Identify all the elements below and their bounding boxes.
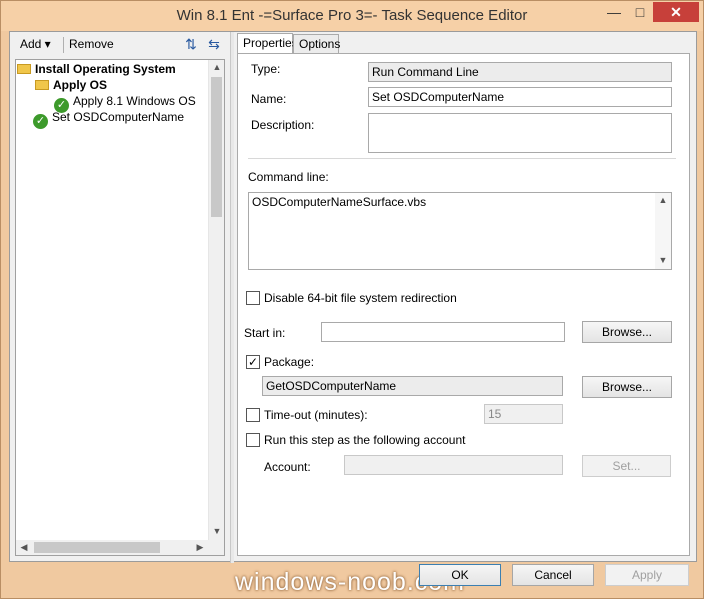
account-label: Account: [264, 460, 311, 474]
apply-button[interactable]: Apply [605, 564, 689, 586]
folder-icon [35, 80, 49, 90]
tree-vertical-scrollbar[interactable]: ▲ ▼ [208, 60, 224, 540]
tab-options[interactable]: Options [293, 34, 340, 54]
tree-node-label: Apply OS [53, 78, 108, 92]
folder-icon [17, 64, 31, 74]
move-down-icon[interactable]: ⇆ [205, 36, 223, 54]
name-label: Name: [251, 92, 287, 106]
scroll-up-icon[interactable]: ▲ [209, 62, 225, 72]
task-sequence-editor-window: Win 8.1 Ent -=Surface Pro 3=- Task Seque… [0, 0, 704, 599]
cancel-button[interactable]: Cancel [512, 564, 594, 586]
window-title: Win 8.1 Ent -=Surface Pro 3=- Task Seque… [176, 7, 528, 24]
scroll-thumb-h[interactable] [34, 542, 160, 553]
remove-button[interactable]: Remove [69, 37, 114, 51]
task-sequence-tree: Install Operating System Apply OS ✓ Apply… [15, 59, 225, 556]
move-up-icon[interactable]: ⇅ [182, 36, 200, 54]
timeout-checkbox[interactable] [246, 408, 260, 422]
scroll-right-icon[interactable]: ▶ [192, 542, 208, 553]
tree-horizontal-scrollbar[interactable]: ◀ ▶ [16, 540, 224, 555]
toolbar-divider [63, 37, 64, 53]
run-as-checkbox[interactable] [246, 433, 260, 447]
check-circle-icon: ✓ [33, 114, 48, 129]
start-in-label: Start in: [244, 326, 286, 340]
properties-panel: Type: Run Command Line Name: Set OSDComp… [237, 53, 690, 556]
start-in-browse-button[interactable]: Browse... [582, 321, 672, 343]
tree-node-apply-windows[interactable]: ✓ Apply 8.1 Windows OS [54, 93, 196, 113]
name-field[interactable]: Set OSDComputerName [368, 87, 672, 107]
scroll-left-icon[interactable]: ◀ [16, 542, 32, 553]
type-label: Type: [251, 62, 281, 76]
set-account-button[interactable]: Set... [582, 455, 671, 477]
title-bar: Win 8.1 Ent -=Surface Pro 3=- Task Seque… [1, 1, 703, 31]
command-line-label: Command line: [248, 170, 329, 184]
tree-toolbar: Add ▾ Remove ⇅ ⇆ [12, 33, 228, 57]
command-line-field[interactable]: OSDComputerNameSurface.vbs ▲ ▼ [248, 192, 672, 270]
editor-client-area: Add ▾ Remove ⇅ ⇆ Install Operating Syste… [9, 31, 697, 563]
package-checkbox[interactable]: ✓ [246, 355, 260, 369]
scroll-down-icon[interactable]: ▼ [655, 255, 671, 265]
start-in-field[interactable] [321, 322, 565, 342]
tree-node-label: Set OSDComputerName [52, 110, 185, 124]
command-line-value: OSDComputerNameSurface.vbs [252, 195, 427, 209]
section-divider [248, 158, 676, 159]
timeout-label: Time-out (minutes): [264, 408, 368, 422]
command-line-scrollbar[interactable]: ▲ ▼ [655, 193, 671, 269]
timeout-stepper[interactable]: 15 [484, 404, 563, 424]
ok-button[interactable]: OK [419, 564, 501, 586]
tree-node-install-os[interactable]: Install Operating System [17, 61, 176, 77]
scroll-thumb[interactable] [211, 77, 222, 217]
type-field: Run Command Line [368, 62, 672, 82]
scroll-down-icon[interactable]: ▼ [209, 526, 225, 536]
package-browse-button[interactable]: Browse... [582, 376, 672, 398]
tree-node-set-osdcomputername[interactable]: ✓ Set OSDComputerName [33, 109, 185, 129]
tree-node-apply-os[interactable]: Apply OS [35, 77, 107, 93]
description-label: Description: [251, 118, 315, 132]
close-button[interactable]: ✕ [653, 2, 699, 22]
add-button[interactable]: Add ▾ [20, 37, 51, 51]
disable64-checkbox[interactable] [246, 291, 260, 305]
tab-properties[interactable]: Properties [237, 33, 298, 55]
maximize-button[interactable]: □ [627, 2, 653, 22]
run-as-label: Run this step as the following account [264, 433, 466, 447]
account-field[interactable] [344, 455, 563, 475]
package-label: Package: [264, 355, 315, 369]
description-field[interactable] [368, 113, 672, 153]
pane-splitter[interactable] [230, 32, 234, 563]
scroll-up-icon[interactable]: ▲ [655, 195, 671, 205]
disable64-label: Disable 64-bit file system redirection [264, 291, 457, 305]
tree-node-label: Apply 8.1 Windows OS [73, 94, 196, 108]
tree-node-label: Install Operating System [35, 62, 176, 76]
package-field: GetOSDComputerName [262, 376, 563, 396]
minimize-button[interactable]: — [601, 2, 627, 22]
